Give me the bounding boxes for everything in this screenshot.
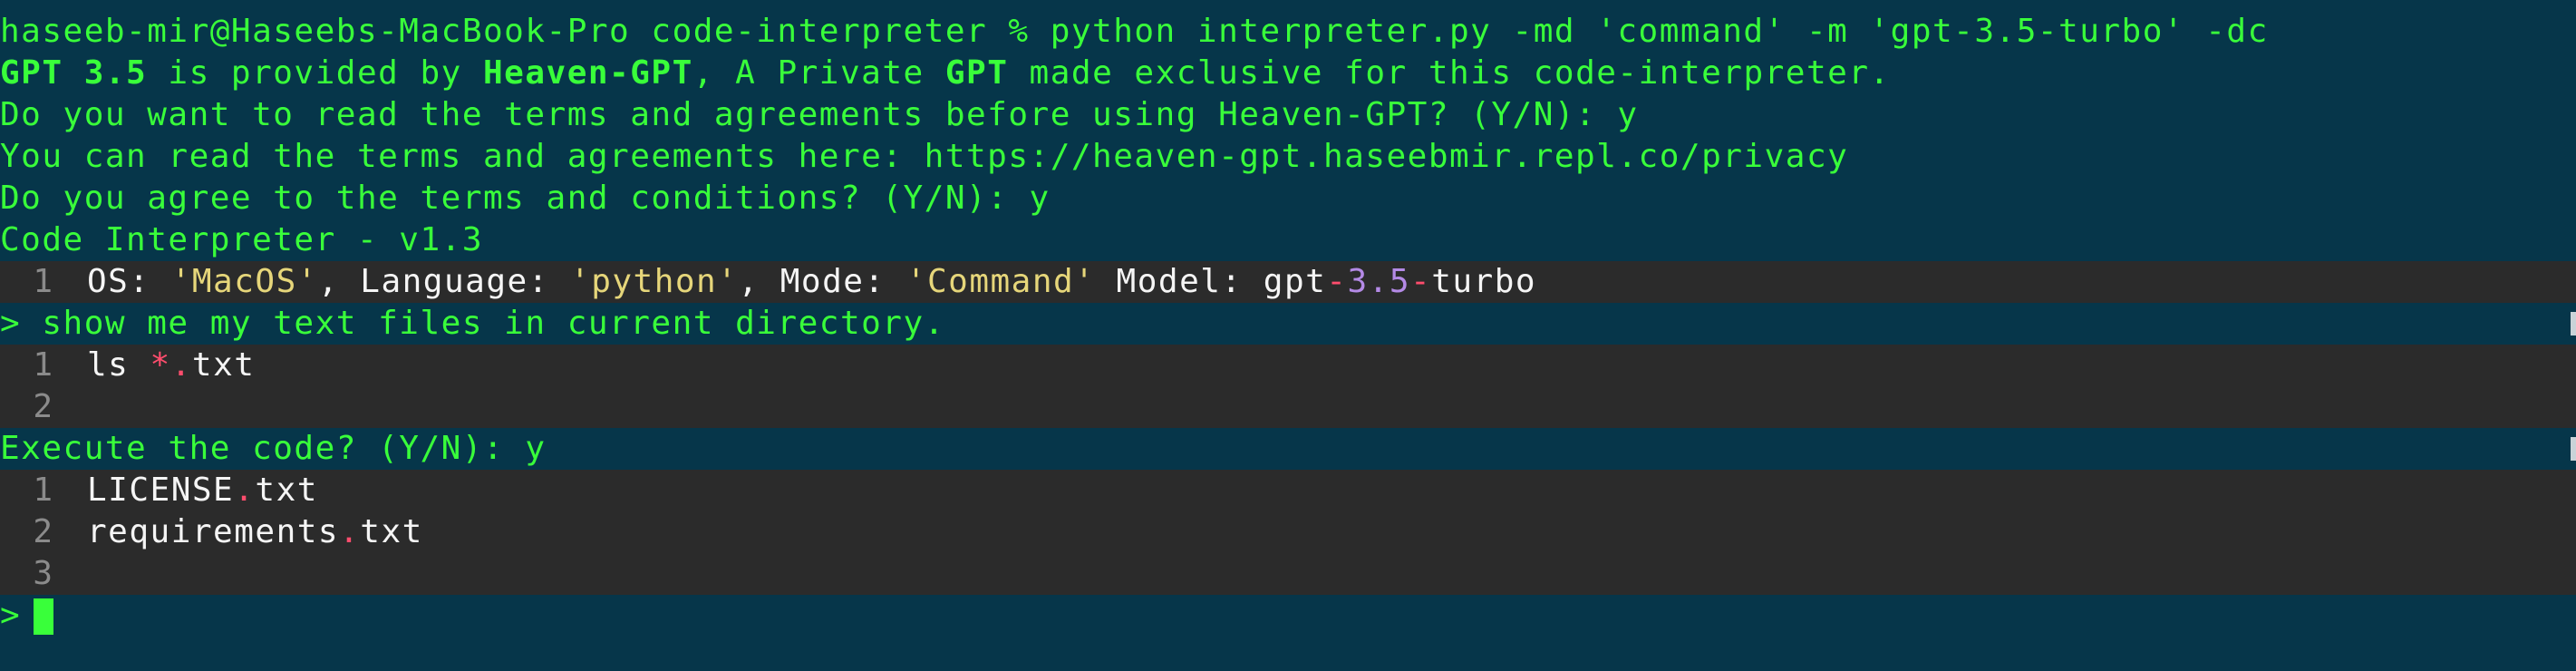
execute-question-text: Execute the code? (Y/N): y	[0, 430, 547, 467]
file-dot: .	[234, 472, 256, 509]
file-extension: txt	[360, 513, 423, 550]
output-line: 2 requirements.txt	[0, 511, 2576, 553]
version-line: Code Interpreter - v1.3	[0, 219, 2576, 261]
line-number: 3	[33, 555, 54, 592]
version-text: Code Interpreter - v1.3	[0, 221, 483, 258]
os-value: 'MacOS'	[170, 263, 318, 300]
model-name: GPT 3.5	[0, 54, 148, 92]
os-label: OS:	[87, 263, 171, 300]
line-number: 2	[33, 513, 54, 550]
model-dash: -	[1410, 263, 1432, 300]
info-block: 1 OS: 'MacOS', Language: 'python', Mode: …	[0, 261, 2576, 303]
input-prompt-line[interactable]: >	[0, 595, 2576, 637]
line-number: 1	[33, 472, 54, 509]
line-number: 1	[33, 263, 54, 300]
code-text: ls	[87, 346, 150, 384]
file-dot: .	[339, 513, 361, 550]
brand-name: Heaven-GPT	[483, 54, 693, 92]
model-dash: -	[1326, 263, 1348, 300]
terms-question-text: Do you want to read the terms and agreem…	[0, 96, 1639, 133]
user-prompt-line: > show me my text files in current direc…	[0, 303, 2576, 345]
code-operator: *	[150, 346, 171, 384]
terms-question-line: Do you want to read the terms and agreem…	[0, 94, 2576, 136]
command-line: haseeb-mir@Haseebs-MacBook-Pro code-inte…	[0, 11, 2576, 53]
model-label: Model: gpt	[1095, 263, 1327, 300]
file-name: requirements	[87, 513, 340, 550]
user-prompt-text: > show me my text files in current direc…	[0, 305, 945, 342]
model-suffix: turbo	[1431, 263, 1537, 300]
output-line: 3	[0, 553, 2576, 595]
provider-text-1: is provided by	[147, 54, 483, 92]
code-text: txt	[191, 346, 256, 384]
code-line: 1 ls *.txt	[0, 345, 2576, 386]
scroll-marker	[2571, 312, 2576, 336]
file-extension: txt	[255, 472, 318, 509]
scroll-marker	[2571, 437, 2576, 461]
agree-question-line: Do you agree to the terms and conditions…	[0, 178, 2576, 219]
terminal-window[interactable]: haseeb-mir@Haseebs-MacBook-Pro code-inte…	[0, 0, 2576, 671]
provider-line: GPT 3.5 is provided by Heaven-GPT, A Pri…	[0, 53, 2576, 94]
provider-text-2: , A Private	[692, 54, 945, 92]
terms-link-line: You can read the terms and agreements he…	[0, 136, 2576, 178]
mode-value: 'Command'	[905, 263, 1096, 300]
agree-question-text: Do you agree to the terms and conditions…	[0, 180, 1051, 217]
code-dot: .	[170, 346, 192, 384]
language-value: 'python'	[570, 263, 739, 300]
file-name: LICENSE	[87, 472, 235, 509]
code-line: 2	[0, 386, 2576, 428]
line-number: 1	[33, 346, 54, 384]
prompt-symbol: >	[0, 597, 22, 634]
mode-label: , Mode:	[738, 263, 906, 300]
provider-text-3: made exclusive for this code-interpreter…	[1008, 54, 1891, 92]
language-label: , Language:	[317, 263, 571, 300]
line-number: 2	[33, 388, 54, 425]
command-text: haseeb-mir@Haseebs-MacBook-Pro code-inte…	[0, 13, 2269, 50]
execute-question-line: Execute the code? (Y/N): y	[0, 428, 2576, 470]
text-cursor[interactable]	[34, 598, 54, 635]
model-version: 3.5	[1347, 263, 1411, 300]
terms-link-text: You can read the terms and agreements he…	[0, 138, 1849, 175]
output-line: 1 LICENSE.txt	[0, 470, 2576, 511]
gpt-label: GPT	[944, 54, 1009, 92]
